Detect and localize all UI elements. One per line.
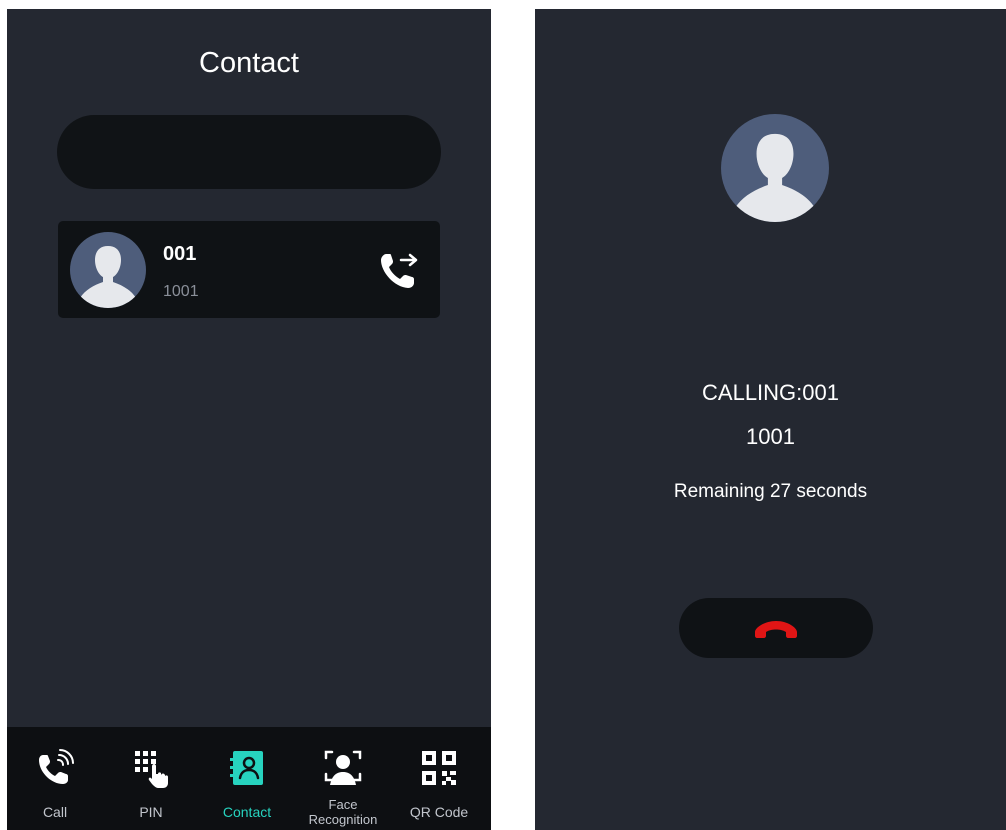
person-silhouette-icon [735, 133, 815, 222]
calling-label: CALLING:001 [702, 380, 839, 405]
contact-number: 1001 [163, 283, 199, 300]
tab-label: Contact [222, 804, 272, 820]
contact-screen: Contact 001 1001 Call PIN Contact Face R… [7, 9, 491, 830]
contact-book-icon [230, 751, 263, 785]
pin-keypad-icon [135, 751, 168, 788]
tab-face-recognition[interactable]: Face Recognition [295, 727, 391, 830]
person-silhouette-icon [80, 246, 136, 308]
tab-label-line: Face [328, 797, 358, 812]
tab-label: QR Code [409, 804, 469, 820]
tab-label: PIN [139, 804, 163, 820]
tab-label: Face Recognition [295, 797, 391, 827]
hang-up-button[interactable] [679, 598, 873, 658]
hang-up-icon [755, 621, 797, 638]
tab-label-line: Recognition [308, 812, 378, 827]
remaining-time: Remaining 27 seconds [673, 481, 868, 502]
avatar [70, 232, 146, 308]
qr-code-icon [422, 751, 456, 785]
tab-call[interactable]: Call [7, 727, 103, 830]
tab-pin[interactable]: PIN [103, 727, 199, 830]
page-title: Contact [199, 47, 299, 79]
tab-contact[interactable]: Contact [199, 727, 295, 830]
call-icon [39, 749, 74, 784]
contact-name: 001 [163, 243, 197, 265]
call-transfer-icon[interactable] [378, 248, 426, 292]
avatar [721, 114, 829, 222]
face-recognition-icon [324, 750, 362, 785]
search-input[interactable] [57, 115, 441, 189]
list-item[interactable]: 001 1001 [58, 221, 440, 318]
tab-label: Call [42, 804, 68, 820]
calling-screen: CALLING:001 1001 Remaining 27 seconds [535, 9, 1006, 830]
calling-number: 1001 [746, 424, 795, 449]
bottom-tab-bar: Call PIN Contact Face Recognition QR Cod… [7, 727, 491, 830]
tab-qr-code[interactable]: QR Code [391, 727, 487, 830]
